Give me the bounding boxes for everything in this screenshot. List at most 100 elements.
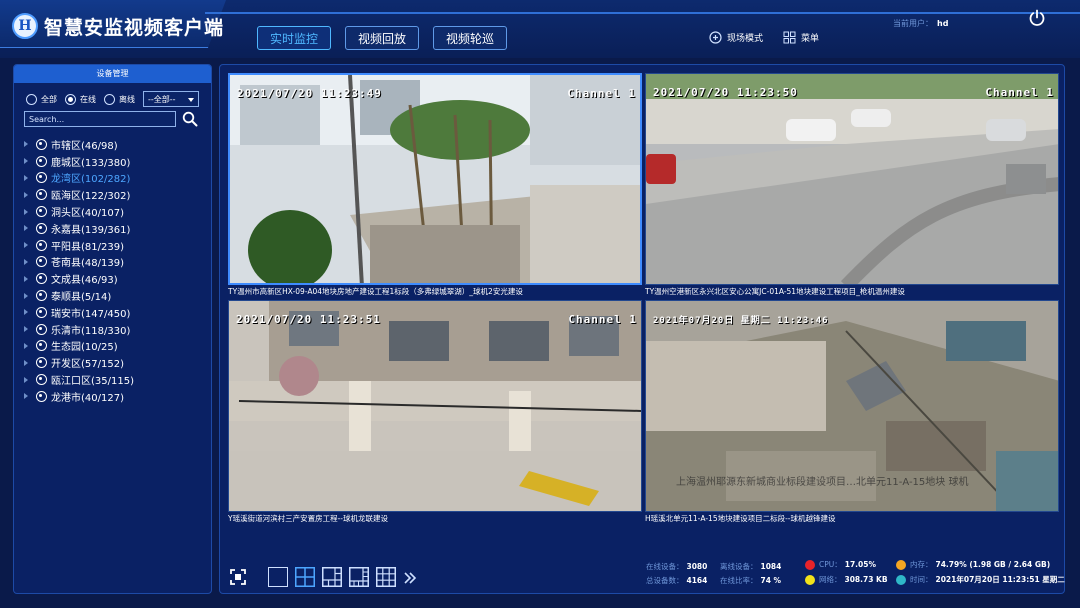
region-select-value: --全部-- [148, 94, 176, 104]
expand-arrow-icon[interactable] [24, 309, 28, 316]
tree-item-label: 乐清市(118/330) [51, 325, 131, 337]
expand-arrow-icon[interactable] [24, 342, 28, 349]
region-select[interactable]: --全部-- [143, 91, 199, 107]
device-management-title: 设备管理 [14, 65, 211, 83]
camera-feed-4[interactable]: 2021年07月20日 星期二 11:23:46 上海温州耶源东新城商业标段建设… [645, 300, 1059, 512]
stat-mem-value: 74.79% (1.98 GB / 2.64 GB) [935, 560, 1051, 569]
menu-button[interactable]: 菜单 [783, 31, 819, 44]
tree-item[interactable]: 龙湾区(102/282) [24, 170, 134, 187]
filter-all-radio[interactable] [26, 93, 37, 105]
stat-network: 网络： 308.73 KB [805, 574, 888, 585]
camera-group-icon [36, 172, 47, 184]
video-wall-toolbar: 在线设备： 3080 离线设备： 1084 总设备数： 4164 在线比率： 74 % … [220, 555, 1066, 593]
double-chevron-right-icon[interactable] [403, 571, 417, 585]
tab-realtime-monitor[interactable]: 实时监控 [257, 26, 331, 50]
tree-item[interactable]: 平阳县(81/239) [24, 237, 134, 254]
menu-grid-icon [783, 31, 796, 44]
device-management-panel: 设备管理 全部 在线 离线 --全部-- 市辖区(46/98) 鹿城区(133/3… [13, 64, 212, 594]
camera-timestamp: 2021/07/20 11:23:51 [236, 313, 381, 326]
tree-item[interactable]: 洞头区(40/107) [24, 203, 134, 220]
search-icon[interactable] [182, 111, 198, 127]
tree-item[interactable]: 瑞安市(147/450) [24, 304, 134, 321]
expand-arrow-icon[interactable] [24, 208, 28, 215]
tree-item[interactable]: 泰顺县(5/14) [24, 287, 134, 304]
video-cell-4[interactable]: 2021年07月20日 星期二 11:23:46 上海温州耶源东新城商业标段建设… [645, 300, 1059, 526]
expand-arrow-icon[interactable] [24, 326, 28, 333]
tree-item[interactable]: 鹿城区(133/380) [24, 153, 134, 170]
tree-item-label: 泰顺县(5/14) [51, 292, 112, 304]
camera-group-icon [36, 374, 47, 386]
expand-arrow-icon[interactable] [24, 292, 28, 299]
layout-2x2-button[interactable] [295, 567, 315, 587]
stat-net-value: 308.73 KB [844, 575, 888, 584]
camera-group-icon [36, 206, 47, 218]
camera-feed-1[interactable]: 2021/07/20 11:23:49 Channel 1 [228, 73, 642, 285]
scene-mode-button[interactable]: 现场模式 [709, 31, 763, 44]
tree-item[interactable]: 苍南县(48/139) [24, 254, 134, 271]
expand-arrow-icon[interactable] [24, 174, 28, 181]
expand-arrow-icon[interactable] [24, 376, 28, 383]
stat-time: 时间： 2021年07月20日 11:23:51 星期二 [896, 574, 1065, 585]
fullscreen-icon[interactable] [230, 569, 246, 585]
filter-offline-radio[interactable] [104, 93, 115, 105]
filter-online-radio[interactable] [65, 93, 76, 105]
tree-item[interactable]: 开发区(57/152) [24, 354, 134, 371]
tab-video-playback[interactable]: 视频回放 [345, 26, 419, 50]
camera-feed-3[interactable]: 2021/07/20 11:23:51 Channel 1 [228, 300, 642, 512]
network-status-dot [805, 575, 815, 585]
layout-1x1-button[interactable] [268, 567, 288, 587]
tree-item-label: 市辖区(46/98) [51, 140, 118, 152]
tree-item[interactable]: 瓯海区(122/302) [24, 186, 134, 203]
layout-3x3-button[interactable] [376, 567, 396, 587]
video-cell-1[interactable]: 2021/07/20 11:23:49 Channel 1 TY温州市高新区HX… [228, 73, 642, 299]
tree-item[interactable]: 永嘉县(139/361) [24, 220, 134, 237]
layout-1plus7-button[interactable] [349, 567, 369, 587]
camera-group-icon [36, 256, 47, 268]
tree-item-label: 苍南县(48/139) [51, 258, 124, 270]
expand-arrow-icon[interactable] [24, 275, 28, 282]
tab-video-patrol[interactable]: 视频轮巡 [433, 26, 507, 50]
camera-timestamp: 2021/07/20 11:23:50 [653, 86, 798, 99]
tree-item[interactable]: 生态园(10/25) [24, 338, 134, 355]
stat-time-value: 2021年07月20日 11:23:51 星期二 [935, 575, 1065, 584]
expand-arrow-icon[interactable] [24, 393, 28, 400]
layout-1plus5-button[interactable] [322, 567, 342, 587]
expand-arrow-icon[interactable] [24, 242, 28, 249]
expand-arrow-icon[interactable] [24, 141, 28, 148]
region-tree: 市辖区(46/98) 鹿城区(133/380) 龙湾区(102/282) 瓯海区(12… [24, 136, 134, 405]
video-cell-2[interactable]: 2021/07/20 11:23:50 Channel 1 TY温州空港新区永兴… [645, 73, 1059, 299]
video-cell-3[interactable]: 2021/07/20 11:23:51 Channel 1 Y瑶溪街道河滨村三产… [228, 300, 642, 526]
tree-item[interactable]: 文成县(46/93) [24, 270, 134, 287]
stat-time-label: 时间： [910, 575, 933, 584]
tree-item-label: 永嘉县(139/361) [51, 224, 131, 236]
camera-feed-2[interactable]: 2021/07/20 11:23:50 Channel 1 [645, 73, 1059, 285]
current-user-label: 当前用户： [893, 19, 933, 28]
stat-cpu-value: 17.05% [844, 560, 876, 569]
camera-caption: TY温州市高新区HX-09-A04地块房地产建设工程1标段（多弗绿城翠湖）_球机… [228, 287, 523, 296]
expand-arrow-icon[interactable] [24, 258, 28, 265]
tree-item[interactable]: 乐清市(118/330) [24, 321, 134, 338]
camera-group-icon [36, 290, 47, 302]
tree-item[interactable]: 瓯江口区(35/115) [24, 371, 134, 388]
expand-arrow-icon[interactable] [24, 359, 28, 366]
expand-arrow-icon[interactable] [24, 191, 28, 198]
tree-item-label: 开发区(57/152) [51, 359, 124, 371]
stat-online-rate: 在线比率： 74 % [720, 575, 781, 586]
tree-item[interactable]: 市辖区(46/98) [24, 136, 134, 153]
stat-online-label: 在线设备： [646, 562, 684, 571]
stat-rate-label: 在线比率： [720, 576, 758, 585]
camera-group-icon [36, 306, 47, 318]
camera-timestamp: 2021年07月20日 星期二 11:23:46 [653, 316, 829, 326]
tree-item-label: 瑞安市(147/450) [51, 308, 131, 320]
stat-total-value: 4164 [686, 576, 708, 585]
camera-group-icon [36, 222, 47, 234]
expand-arrow-icon[interactable] [24, 225, 28, 232]
camera-group-icon [36, 138, 47, 150]
tree-item[interactable]: 龙港市(40/127) [24, 388, 134, 405]
power-icon[interactable] [1028, 9, 1046, 27]
expand-arrow-icon[interactable] [24, 158, 28, 165]
tree-item-label: 文成县(46/93) [51, 275, 118, 287]
device-search-input[interactable] [24, 111, 176, 127]
tree-item-label: 生态园(10/25) [51, 342, 118, 354]
camera-group-icon [36, 390, 47, 402]
